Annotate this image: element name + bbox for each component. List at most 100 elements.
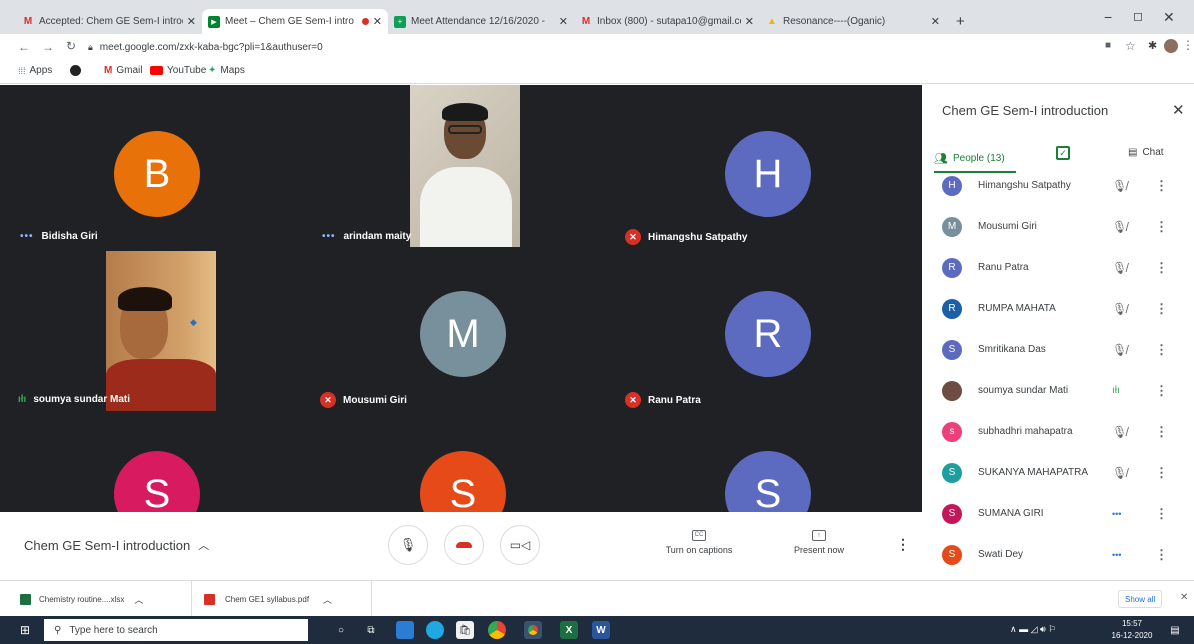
close-window-icon[interactable]: ✕ [1163,9,1175,26]
list-item[interactable]: s subhadhri mahapatra 🎙︎̸ ⋮ [922,411,1194,452]
star-icon[interactable]: ☆ [1125,39,1136,53]
meet-icon: ▶ [208,15,220,28]
edge-icon[interactable] [426,621,444,639]
browser-tab[interactable]: M Inbox (800) - sutapa10@gmail.co ✕ [574,9,760,34]
close-icon[interactable]: ✕ [187,15,196,28]
close-icon[interactable]: ✕ [559,15,568,28]
browser-tab[interactable]: M Accepted: Chem GE Sem-I introd ✕ [16,9,202,34]
clock[interactable]: 15:57 16-12-2020 [1106,618,1158,642]
bookmark-maps[interactable]: ✦ Maps [208,65,245,76]
chrome-app-icon[interactable] [524,621,542,639]
more-options-icon[interactable]: ⋮ [1155,506,1168,522]
store-icon[interactable]: 🛍︎ [456,621,474,639]
windows-start-icon[interactable]: ⊞ [16,621,34,639]
camera-icon: ▭◁ [509,538,531,552]
bookmark-gmail[interactable]: M Gmail [104,65,142,76]
more-options-icon[interactable]: ⋮ [1155,547,1168,563]
tab-title: Resonance----(Oganic) [783,16,886,27]
cortana-icon[interactable]: ○ [332,621,350,639]
mic-button[interactable]: 🎙︎ [388,525,428,565]
list-item[interactable]: S SUMANA GIRI ••• ⋮ [922,493,1194,534]
bookmark-youtube[interactable]: YouTube [150,65,206,76]
list-item[interactable]: S SUKANYA MAHAPATRA 🎙︎̸ ⋮ [922,452,1194,493]
more-options-icon[interactable]: ⋮ [1155,219,1168,235]
present-button[interactable]: ↑ Present now [784,530,854,555]
notifications-icon[interactable]: ▤ [1166,621,1184,639]
tab-title: Inbox (800) - sutapa10@gmail.co [597,16,741,27]
list-item[interactable]: S Smritikana Das 🎙︎̸ ⋮ [922,329,1194,370]
reload-icon[interactable]: ↻ [66,39,76,53]
captions-button[interactable]: CC Turn on captions [664,530,734,555]
taskbar-search-field[interactable]: ⚲ Type here to search [44,619,308,641]
show-all-button[interactable]: Show all [1118,590,1163,608]
close-icon[interactable]: ✕ [373,15,382,28]
close-icon[interactable]: ✕ [745,15,754,28]
avatar[interactable] [1164,39,1178,53]
bookmark-apps[interactable]: ⁞⁞⁞ Apps [18,65,52,76]
more-options-icon[interactable]: ⋮ [896,536,910,553]
more-options-icon[interactable]: ⋮ [1155,260,1168,276]
browser-tab[interactable]: ▲ Resonance----(Oganic) ✕ [760,9,946,34]
list-item[interactable]: H Himangshu Satpathy 🎙︎̸ ⋮ [922,165,1194,206]
people-icon: 👥︎ [934,152,948,165]
chrome-icon[interactable] [488,621,506,639]
more-options-icon[interactable]: ⋮ [1155,178,1168,194]
tab-title: Meet – Chem GE Sem-I intro [225,16,354,27]
url-text: meet.google.com/zxk-kaba-bgc?pli=1&authu… [99,41,323,53]
more-options-icon[interactable]: ⋮ [1155,465,1168,481]
excel-icon[interactable]: X [560,621,578,639]
person-glasses [448,125,482,134]
file-explorer-icon[interactable] [396,621,414,639]
list-item[interactable]: S Swati Dey ••• ⋮ [922,534,1194,575]
close-icon[interactable]: ✕ [931,15,940,28]
back-icon[interactable]: ← [18,40,30,54]
meeting-details-button[interactable]: Chem GE Sem-I introduction ︿ [24,537,209,553]
participant-name-tile: ıłı soumya sundar Mati [18,394,130,405]
list-item[interactable]: M Mousumi Giri 🎙︎̸ ⋮ [922,206,1194,247]
mic-off-icon: 🎙︎̸ [1112,178,1128,193]
close-panel-icon[interactable]: ✕ [1172,101,1185,119]
leave-call-button[interactable] [444,525,484,565]
more-options-icon[interactable]: ⋮ [1155,301,1168,317]
people-panel: Chem GE Sem-I introduction ✕ 👥︎ People (… [922,85,1194,580]
talking-dots-icon: ••• [20,231,34,242]
browser-tab[interactable]: + Meet Attendance 12/16/2020 - ✕ [388,9,574,34]
extension-icon[interactable]: ✱ [1148,39,1157,52]
camera-button[interactable]: ▭◁ [500,525,540,565]
system-tray[interactable]: ∧ ▬ ◿ 🔊︎ ⚐ [1010,624,1056,635]
download-filename: Chemistry routine....xlsx [39,594,125,604]
new-tab-icon[interactable]: + [956,13,965,30]
list-item[interactable]: R Ranu Patra 🎙︎̸ ⋮ [922,247,1194,288]
participant-video[interactable] [410,85,520,247]
browser-tab-active[interactable]: ▶ Meet – Chem GE Sem-I intro ✕ [202,9,388,34]
tab-activities[interactable]: ✓ [1056,146,1070,160]
forward-icon[interactable]: → [42,40,54,54]
participant-name: Swati Dey [978,549,1024,560]
site-icon [70,65,81,76]
close-icon[interactable]: ✕ [1180,592,1188,603]
tab-strip: M Accepted: Chem GE Sem-I introd ✕ ▶ Mee… [0,0,1194,34]
meeting-grid: B ••• Bidisha Giri ••• arindam maity H ✕… [0,85,922,512]
meeting-title: Chem GE Sem-I introduction [24,537,191,553]
butterfly-decoration: ◆ [190,317,197,327]
list-item[interactable]: R RUMPA MAHATA 🎙︎̸ ⋮ [922,288,1194,329]
download-item[interactable]: Chemistry routine....xlsx ︿ [20,581,192,617]
tab-chat[interactable]: ▤ Chat [1128,147,1164,158]
minimize-icon[interactable]: − [1104,9,1112,25]
download-item[interactable]: Chem GE1 syllabus.pdf ︿ [204,581,372,617]
participant-video[interactable]: ◆ [106,251,216,411]
camera-icon[interactable]: ■ [1105,40,1111,51]
more-options-icon[interactable]: ⋮ [1155,342,1168,358]
meeting-controls-bar: Chem GE Sem-I introduction ︿ 🎙︎ ▭◁ CC Tu… [0,512,922,580]
more-options-icon[interactable]: ⋮ [1155,383,1168,399]
people-tab-label: People (13) [952,152,1005,164]
word-icon[interactable]: W [592,621,610,639]
task-view-icon[interactable]: ⧉ [362,621,380,639]
url-field[interactable]: 🔒︎ meet.google.com/zxk-kaba-bgc?pli=1&au… [88,37,1108,57]
talking-dots-icon: ••• [322,231,336,242]
list-item[interactable]: soumya sundar Mati ıłı ⋮ [922,370,1194,411]
menu-icon[interactable]: ⋮ [1182,38,1194,52]
maximize-icon[interactable]: ◻ [1133,9,1143,23]
bookmark-site[interactable] [70,65,81,76]
more-options-icon[interactable]: ⋮ [1155,424,1168,440]
